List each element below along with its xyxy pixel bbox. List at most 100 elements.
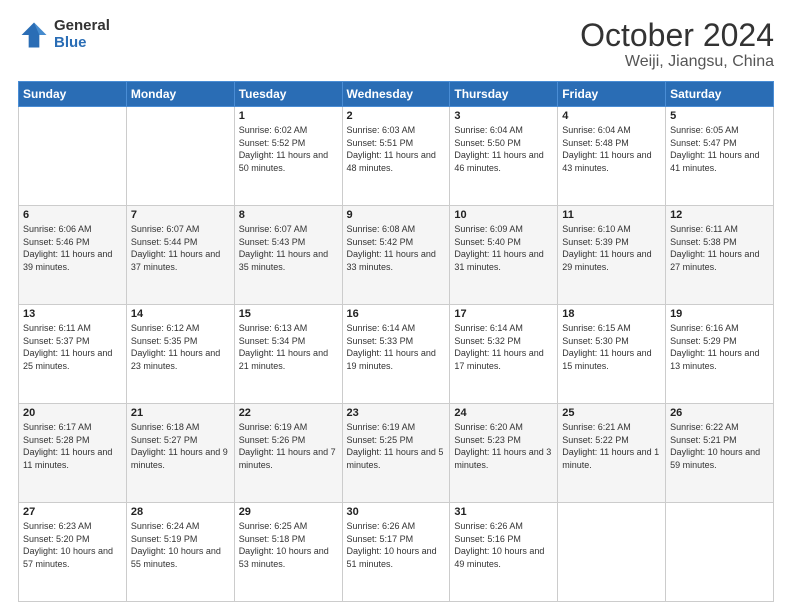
logo-general-text: General (54, 18, 110, 35)
table-row: 22 Sunrise: 6:19 AMSunset: 5:26 PMDaylig… (234, 404, 342, 503)
col-friday: Friday (558, 82, 666, 107)
table-row: 17 Sunrise: 6:14 AMSunset: 5:32 PMDaylig… (450, 305, 558, 404)
table-row: 7 Sunrise: 6:07 AMSunset: 5:44 PMDayligh… (126, 206, 234, 305)
cell-info: Sunrise: 6:19 AMSunset: 5:25 PMDaylight:… (347, 422, 444, 470)
table-row (558, 503, 666, 602)
table-row: 26 Sunrise: 6:22 AMSunset: 5:21 PMDaylig… (666, 404, 774, 503)
day-number: 23 (347, 407, 446, 419)
cell-info: Sunrise: 6:18 AMSunset: 5:27 PMDaylight:… (131, 422, 228, 470)
table-row: 30 Sunrise: 6:26 AMSunset: 5:17 PMDaylig… (342, 503, 450, 602)
day-number: 9 (347, 209, 446, 221)
calendar-week-row: 20 Sunrise: 6:17 AMSunset: 5:28 PMDaylig… (19, 404, 774, 503)
calendar-week-row: 13 Sunrise: 6:11 AMSunset: 5:37 PMDaylig… (19, 305, 774, 404)
day-number: 16 (347, 308, 446, 320)
calendar-week-row: 1 Sunrise: 6:02 AMSunset: 5:52 PMDayligh… (19, 107, 774, 206)
table-row: 15 Sunrise: 6:13 AMSunset: 5:34 PMDaylig… (234, 305, 342, 404)
logo-blue-text: Blue (54, 35, 110, 52)
day-number: 21 (131, 407, 230, 419)
day-number: 20 (23, 407, 122, 419)
day-number: 19 (670, 308, 769, 320)
cell-info: Sunrise: 6:16 AMSunset: 5:29 PMDaylight:… (670, 323, 759, 371)
day-number: 2 (347, 110, 446, 122)
cell-info: Sunrise: 6:26 AMSunset: 5:16 PMDaylight:… (454, 521, 544, 569)
day-number: 4 (562, 110, 661, 122)
table-row: 28 Sunrise: 6:24 AMSunset: 5:19 PMDaylig… (126, 503, 234, 602)
table-row: 5 Sunrise: 6:05 AMSunset: 5:47 PMDayligh… (666, 107, 774, 206)
sub-title: Weiji, Jiangsu, China (580, 53, 774, 71)
day-number: 10 (454, 209, 553, 221)
table-row: 13 Sunrise: 6:11 AMSunset: 5:37 PMDaylig… (19, 305, 127, 404)
cell-info: Sunrise: 6:23 AMSunset: 5:20 PMDaylight:… (23, 521, 113, 569)
cell-info: Sunrise: 6:02 AMSunset: 5:52 PMDaylight:… (239, 125, 328, 173)
table-row: 1 Sunrise: 6:02 AMSunset: 5:52 PMDayligh… (234, 107, 342, 206)
col-monday: Monday (126, 82, 234, 107)
cell-info: Sunrise: 6:17 AMSunset: 5:28 PMDaylight:… (23, 422, 112, 470)
day-number: 1 (239, 110, 338, 122)
title-block: October 2024 Weiji, Jiangsu, China (580, 18, 774, 71)
day-number: 22 (239, 407, 338, 419)
col-saturday: Saturday (666, 82, 774, 107)
cell-info: Sunrise: 6:05 AMSunset: 5:47 PMDaylight:… (670, 125, 759, 173)
logo: General Blue (18, 18, 110, 51)
day-number: 8 (239, 209, 338, 221)
cell-info: Sunrise: 6:20 AMSunset: 5:23 PMDaylight:… (454, 422, 551, 470)
table-row: 10 Sunrise: 6:09 AMSunset: 5:40 PMDaylig… (450, 206, 558, 305)
day-number: 30 (347, 506, 446, 518)
cell-info: Sunrise: 6:11 AMSunset: 5:37 PMDaylight:… (23, 323, 112, 371)
cell-info: Sunrise: 6:14 AMSunset: 5:32 PMDaylight:… (454, 323, 543, 371)
cell-info: Sunrise: 6:11 AMSunset: 5:38 PMDaylight:… (670, 224, 759, 272)
cell-info: Sunrise: 6:21 AMSunset: 5:22 PMDaylight:… (562, 422, 659, 470)
table-row: 18 Sunrise: 6:15 AMSunset: 5:30 PMDaylig… (558, 305, 666, 404)
table-row: 16 Sunrise: 6:14 AMSunset: 5:33 PMDaylig… (342, 305, 450, 404)
table-row: 12 Sunrise: 6:11 AMSunset: 5:38 PMDaylig… (666, 206, 774, 305)
day-number: 3 (454, 110, 553, 122)
col-wednesday: Wednesday (342, 82, 450, 107)
table-row: 25 Sunrise: 6:21 AMSunset: 5:22 PMDaylig… (558, 404, 666, 503)
table-row (19, 107, 127, 206)
table-row (666, 503, 774, 602)
table-row: 31 Sunrise: 6:26 AMSunset: 5:16 PMDaylig… (450, 503, 558, 602)
day-number: 28 (131, 506, 230, 518)
cell-info: Sunrise: 6:19 AMSunset: 5:26 PMDaylight:… (239, 422, 336, 470)
col-tuesday: Tuesday (234, 82, 342, 107)
day-number: 26 (670, 407, 769, 419)
col-thursday: Thursday (450, 82, 558, 107)
cell-info: Sunrise: 6:26 AMSunset: 5:17 PMDaylight:… (347, 521, 437, 569)
day-number: 25 (562, 407, 661, 419)
table-row: 2 Sunrise: 6:03 AMSunset: 5:51 PMDayligh… (342, 107, 450, 206)
day-number: 6 (23, 209, 122, 221)
cell-info: Sunrise: 6:07 AMSunset: 5:44 PMDaylight:… (131, 224, 220, 272)
day-number: 29 (239, 506, 338, 518)
table-row: 6 Sunrise: 6:06 AMSunset: 5:46 PMDayligh… (19, 206, 127, 305)
cell-info: Sunrise: 6:08 AMSunset: 5:42 PMDaylight:… (347, 224, 436, 272)
cell-info: Sunrise: 6:13 AMSunset: 5:34 PMDaylight:… (239, 323, 328, 371)
table-row: 21 Sunrise: 6:18 AMSunset: 5:27 PMDaylig… (126, 404, 234, 503)
table-row: 9 Sunrise: 6:08 AMSunset: 5:42 PMDayligh… (342, 206, 450, 305)
page: General Blue October 2024 Weiji, Jiangsu… (0, 0, 792, 612)
day-number: 24 (454, 407, 553, 419)
table-row: 24 Sunrise: 6:20 AMSunset: 5:23 PMDaylig… (450, 404, 558, 503)
header: General Blue October 2024 Weiji, Jiangsu… (18, 18, 774, 71)
day-number: 14 (131, 308, 230, 320)
table-row: 14 Sunrise: 6:12 AMSunset: 5:35 PMDaylig… (126, 305, 234, 404)
cell-info: Sunrise: 6:14 AMSunset: 5:33 PMDaylight:… (347, 323, 436, 371)
main-title: October 2024 (580, 18, 774, 53)
calendar-table: Sunday Monday Tuesday Wednesday Thursday… (18, 81, 774, 602)
day-number: 12 (670, 209, 769, 221)
day-number: 13 (23, 308, 122, 320)
cell-info: Sunrise: 6:06 AMSunset: 5:46 PMDaylight:… (23, 224, 112, 272)
cell-info: Sunrise: 6:24 AMSunset: 5:19 PMDaylight:… (131, 521, 221, 569)
logo-text: General Blue (54, 18, 110, 51)
day-number: 18 (562, 308, 661, 320)
cell-info: Sunrise: 6:04 AMSunset: 5:50 PMDaylight:… (454, 125, 543, 173)
cell-info: Sunrise: 6:09 AMSunset: 5:40 PMDaylight:… (454, 224, 543, 272)
cell-info: Sunrise: 6:22 AMSunset: 5:21 PMDaylight:… (670, 422, 760, 470)
day-number: 7 (131, 209, 230, 221)
cell-info: Sunrise: 6:15 AMSunset: 5:30 PMDaylight:… (562, 323, 651, 371)
day-number: 17 (454, 308, 553, 320)
table-row: 19 Sunrise: 6:16 AMSunset: 5:29 PMDaylig… (666, 305, 774, 404)
calendar-header-row: Sunday Monday Tuesday Wednesday Thursday… (19, 82, 774, 107)
cell-info: Sunrise: 6:03 AMSunset: 5:51 PMDaylight:… (347, 125, 436, 173)
table-row: 4 Sunrise: 6:04 AMSunset: 5:48 PMDayligh… (558, 107, 666, 206)
cell-info: Sunrise: 6:10 AMSunset: 5:39 PMDaylight:… (562, 224, 651, 272)
